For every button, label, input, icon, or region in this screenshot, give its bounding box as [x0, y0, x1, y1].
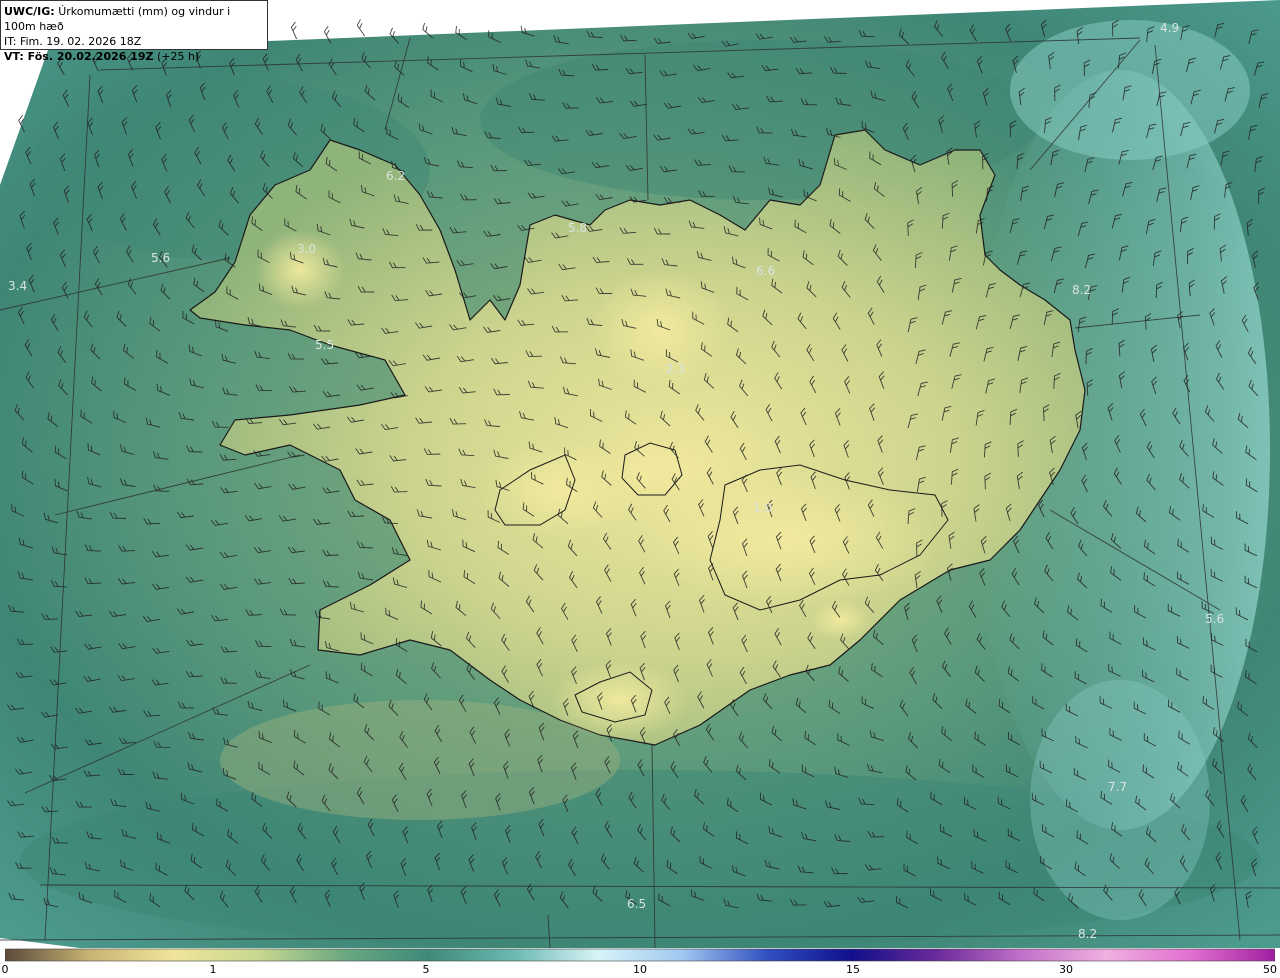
map-value-label: 4.9 [1160, 21, 1179, 35]
colorbar-tick-labels: 0 1 5 10 15 30 50 [0, 962, 1280, 978]
map-value-label: 3.4 [8, 279, 27, 293]
colorbar-tick: 15 [846, 963, 860, 976]
colorbar-tick: 1 [209, 963, 217, 976]
map-value-label: 6.5 [627, 897, 646, 911]
map-value-label: 1.0 [753, 501, 772, 515]
map-value-label: 2.3 [666, 362, 685, 376]
colorbar-tick: 50 [1263, 963, 1277, 976]
map-value-label: 5.5 [315, 338, 334, 352]
map-info-box: UWC/IG: Úrkomumætti (mm) og vindur i 100… [0, 0, 268, 63]
colorbar-tick: 0 [1, 963, 9, 976]
title-line: UWC/IG: Úrkomumætti (mm) og vindur i 100… [4, 4, 264, 34]
map-value-label: 6.2 [386, 169, 405, 183]
colorbar [5, 948, 1275, 962]
map-value-label: 5.6 [1205, 612, 1224, 626]
precipitation-wind-map: 3.4 5.6 3.0 6.2 5.5 5.8 6.6 2.3 1.0 4.9 … [0, 0, 1280, 948]
map-value-label: 7.7 [1108, 780, 1127, 794]
initial-time: IT: Fim. 19. 02. 2026 18Z [4, 35, 142, 48]
forecast-offset: (+25 h) [157, 50, 200, 63]
map-value-label: 8.2 [1078, 927, 1097, 941]
map-value-label: 3.0 [297, 242, 316, 256]
model-name: UWC/IG: [4, 5, 55, 18]
colorbar-tick: 5 [422, 963, 430, 976]
map-value-label: 8.2 [1072, 283, 1091, 297]
map-value-label: 5.8 [568, 221, 587, 235]
colorbar-tick: 30 [1059, 963, 1073, 976]
valid-time: VT: Fös. 20.02.2026 19Z [4, 50, 154, 63]
map-value-label: 6.6 [756, 264, 775, 278]
colorbar-tick: 10 [633, 963, 647, 976]
map-value-label: 5.6 [151, 251, 170, 265]
valid-time-line: VT: Fös. 20.02.2026 19Z (+25 h) [4, 49, 264, 64]
